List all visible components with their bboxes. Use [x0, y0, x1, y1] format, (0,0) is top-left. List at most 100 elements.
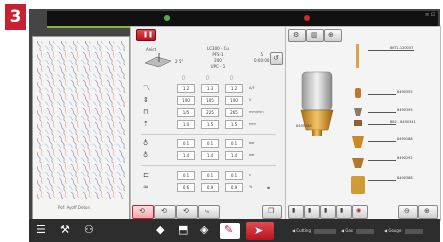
value-cell[interactable]: 1.4 — [201, 151, 219, 160]
part-button[interactable]: ◆ — [156, 224, 164, 235]
value-cell[interactable]: 1/5 — [177, 108, 195, 117]
forward-button[interactable]: ⊕ — [418, 205, 438, 219]
nest-button[interactable]: ◈ — [200, 224, 208, 235]
column-a-icon: ▯ — [182, 75, 185, 81]
footer-field-label: ◀ Cutting — [292, 228, 311, 233]
unit-label: mm — [249, 122, 256, 126]
undo-button[interactable]: ↺ — [270, 52, 283, 65]
pause-button[interactable]: ❚❚ — [136, 29, 156, 41]
value-cell[interactable]: 100 — [177, 96, 195, 105]
value-cell[interactable]: 1.2 — [225, 84, 243, 93]
speed-icon: ⊓ — [143, 108, 149, 116]
link-icon[interactable]: ⚭ — [266, 185, 271, 192]
consumable-tab-5[interactable]: ◉ — [352, 205, 368, 219]
value-cell[interactable]: 1.2 — [177, 84, 195, 93]
alert-icon: ◉ — [356, 207, 362, 214]
consumable-tab-1[interactable]: ▮ — [288, 205, 304, 219]
divider — [141, 134, 276, 135]
table-row: ∞ 0.6 0.9 0.9 % — [141, 183, 281, 192]
value-cell[interactable]: 100 — [225, 96, 243, 105]
torch-icon: ▮ — [340, 207, 344, 214]
value-cell[interactable]: 0.1 — [225, 139, 243, 148]
footer-field-value — [356, 228, 375, 234]
part-label: 8KT1-120037 — [390, 46, 414, 50]
nesting-preview[interactable] — [32, 36, 130, 222]
back-button[interactable]: ⊖ — [398, 205, 418, 219]
value-cell[interactable]: 265 — [225, 108, 243, 117]
consumable-tab-3[interactable]: ▮ — [320, 205, 336, 219]
part-label: 8490188 — [397, 137, 413, 141]
copy-button[interactable]: ❐ — [262, 205, 282, 219]
value-cell[interactable]: 1.5 — [201, 120, 219, 129]
table-row: ⊏ 0.1 0.1 0.1 s — [141, 171, 281, 180]
nest-pattern-icon — [37, 41, 125, 199]
forward-icon: ⊕ — [424, 207, 430, 215]
tools-button[interactable]: ⚒ — [60, 224, 70, 235]
consumable-tab-2[interactable]: ▮ — [304, 205, 320, 219]
process-tab-4[interactable]: ⤷ — [198, 205, 220, 219]
value-cell[interactable]: 105 — [201, 96, 219, 105]
table-row: ⊓ 1/5 225 265 mm/min — [141, 108, 281, 117]
footer-field-gouge[interactable]: ◀ Gouge — [384, 228, 423, 234]
consumable-tab-4[interactable]: ▮ — [336, 205, 352, 219]
value-cell[interactable]: 0.1 — [201, 171, 219, 180]
torch-icon: ▮ — [308, 207, 312, 214]
value-cell[interactable]: 0.9 — [201, 183, 219, 192]
magnifier-icon: ⊕ — [328, 31, 334, 39]
value-cell[interactable]: 0.1 — [225, 171, 243, 180]
zoom-button[interactable]: ⊕ — [324, 29, 342, 42]
process-tab-1[interactable]: ⟲ — [132, 205, 154, 219]
leader-line — [368, 112, 396, 113]
value-cell[interactable]: 225 — [201, 108, 219, 117]
part-view-button[interactable]: ▥ — [306, 29, 324, 42]
value-cell[interactable]: 1.4 — [225, 151, 243, 160]
column-b-icon: ▯ — [206, 75, 209, 81]
value-cell[interactable]: 0.1 — [177, 171, 195, 180]
table-row: ♁ 0.1 0.1 0.1 bar — [141, 139, 281, 148]
value-cell[interactable]: 0.1 — [177, 139, 195, 148]
pierce-time-icon: ⊏ — [143, 171, 149, 179]
unit-label: s — [249, 173, 251, 177]
menu-button[interactable]: ☰ — [36, 224, 46, 235]
gas-flow-icon: ♁ — [143, 151, 149, 159]
program-button[interactable]: ✎ — [220, 223, 240, 239]
value-cell[interactable]: 0.1 — [201, 139, 219, 148]
process-tab-3[interactable]: ⟲ — [176, 205, 198, 219]
bevel-angle: 2 5° — [175, 59, 184, 64]
value-cell[interactable]: 0.9 — [225, 183, 243, 192]
menu-icon[interactable]: ≡ ⊡ — [425, 12, 435, 18]
column-c-icon: ▯ — [230, 75, 233, 81]
footer-field-cutting[interactable]: ◀ Cutting — [292, 228, 337, 234]
process-icon: ⟲ — [139, 207, 145, 215]
value-cell[interactable]: 1.0 — [177, 120, 195, 129]
value-cell[interactable]: 0.6 — [177, 183, 195, 192]
footer-field-gas[interactable]: ◀ Gas — [341, 228, 375, 234]
footer-field-label: ◀ Gas — [341, 228, 353, 233]
step-badge: 3 — [5, 4, 26, 30]
users-button[interactable]: ⚇ — [84, 224, 94, 235]
plate-button[interactable]: ⬒ — [178, 224, 188, 235]
process-info: LC300 - Cu PFS-1 200 UPC - 1 — [207, 46, 229, 70]
cut-button[interactable]: ➤ — [246, 222, 274, 240]
leader-line — [368, 180, 396, 181]
height-icon: ⇡ — [143, 120, 149, 128]
value-cell[interactable]: 1.5 — [225, 120, 243, 129]
assembly-label: 8490388 — [296, 124, 312, 128]
pattern-caption: Pof: Ayoff Deton — [58, 205, 90, 210]
leader-line — [368, 94, 396, 95]
part-label: 8490395 — [397, 108, 413, 112]
table-row: ⇡ 1.0 1.5 1.5 mm — [141, 120, 281, 129]
value-cell[interactable]: 1.4 — [177, 151, 195, 160]
gas-icon: ♁ — [143, 139, 149, 147]
arc-time: 0:00:00 — [254, 58, 270, 63]
cut-icon: ➤ — [254, 224, 264, 237]
torch-view-button[interactable]: ⚙ — [288, 29, 306, 42]
amperage-icon: 〽 — [143, 84, 150, 92]
leader-line — [368, 124, 396, 125]
value-cell[interactable]: 1.3 — [201, 84, 219, 93]
process-tab-2[interactable]: ⟲ — [154, 205, 176, 219]
table-row: 〽 1.2 1.3 1.2 A/F — [141, 84, 281, 93]
table-row: ⇕ 100 105 100 V — [141, 96, 281, 105]
pause-icon: ❚❚ — [143, 31, 154, 38]
footer-field-value — [314, 228, 337, 234]
